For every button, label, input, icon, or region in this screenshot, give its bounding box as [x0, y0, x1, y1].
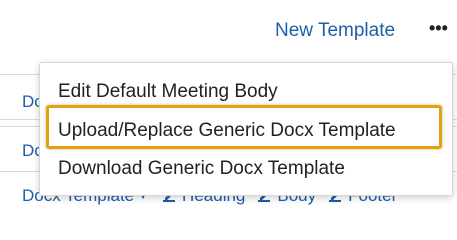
- new-template-link[interactable]: New Template: [275, 20, 395, 42]
- menu-item-upload-replace-generic-docx-template[interactable]: Upload/Replace Generic Docx Template: [58, 120, 396, 142]
- menu-item-edit-default-meeting-body[interactable]: Edit Default Meeting Body: [58, 81, 278, 103]
- menu-item-download-generic-docx-template[interactable]: Download Generic Docx Template: [58, 158, 345, 180]
- more-horizontal-icon[interactable]: •••: [429, 18, 448, 39]
- more-options-menu: Edit Default Meeting Body Upload/Replace…: [39, 62, 453, 196]
